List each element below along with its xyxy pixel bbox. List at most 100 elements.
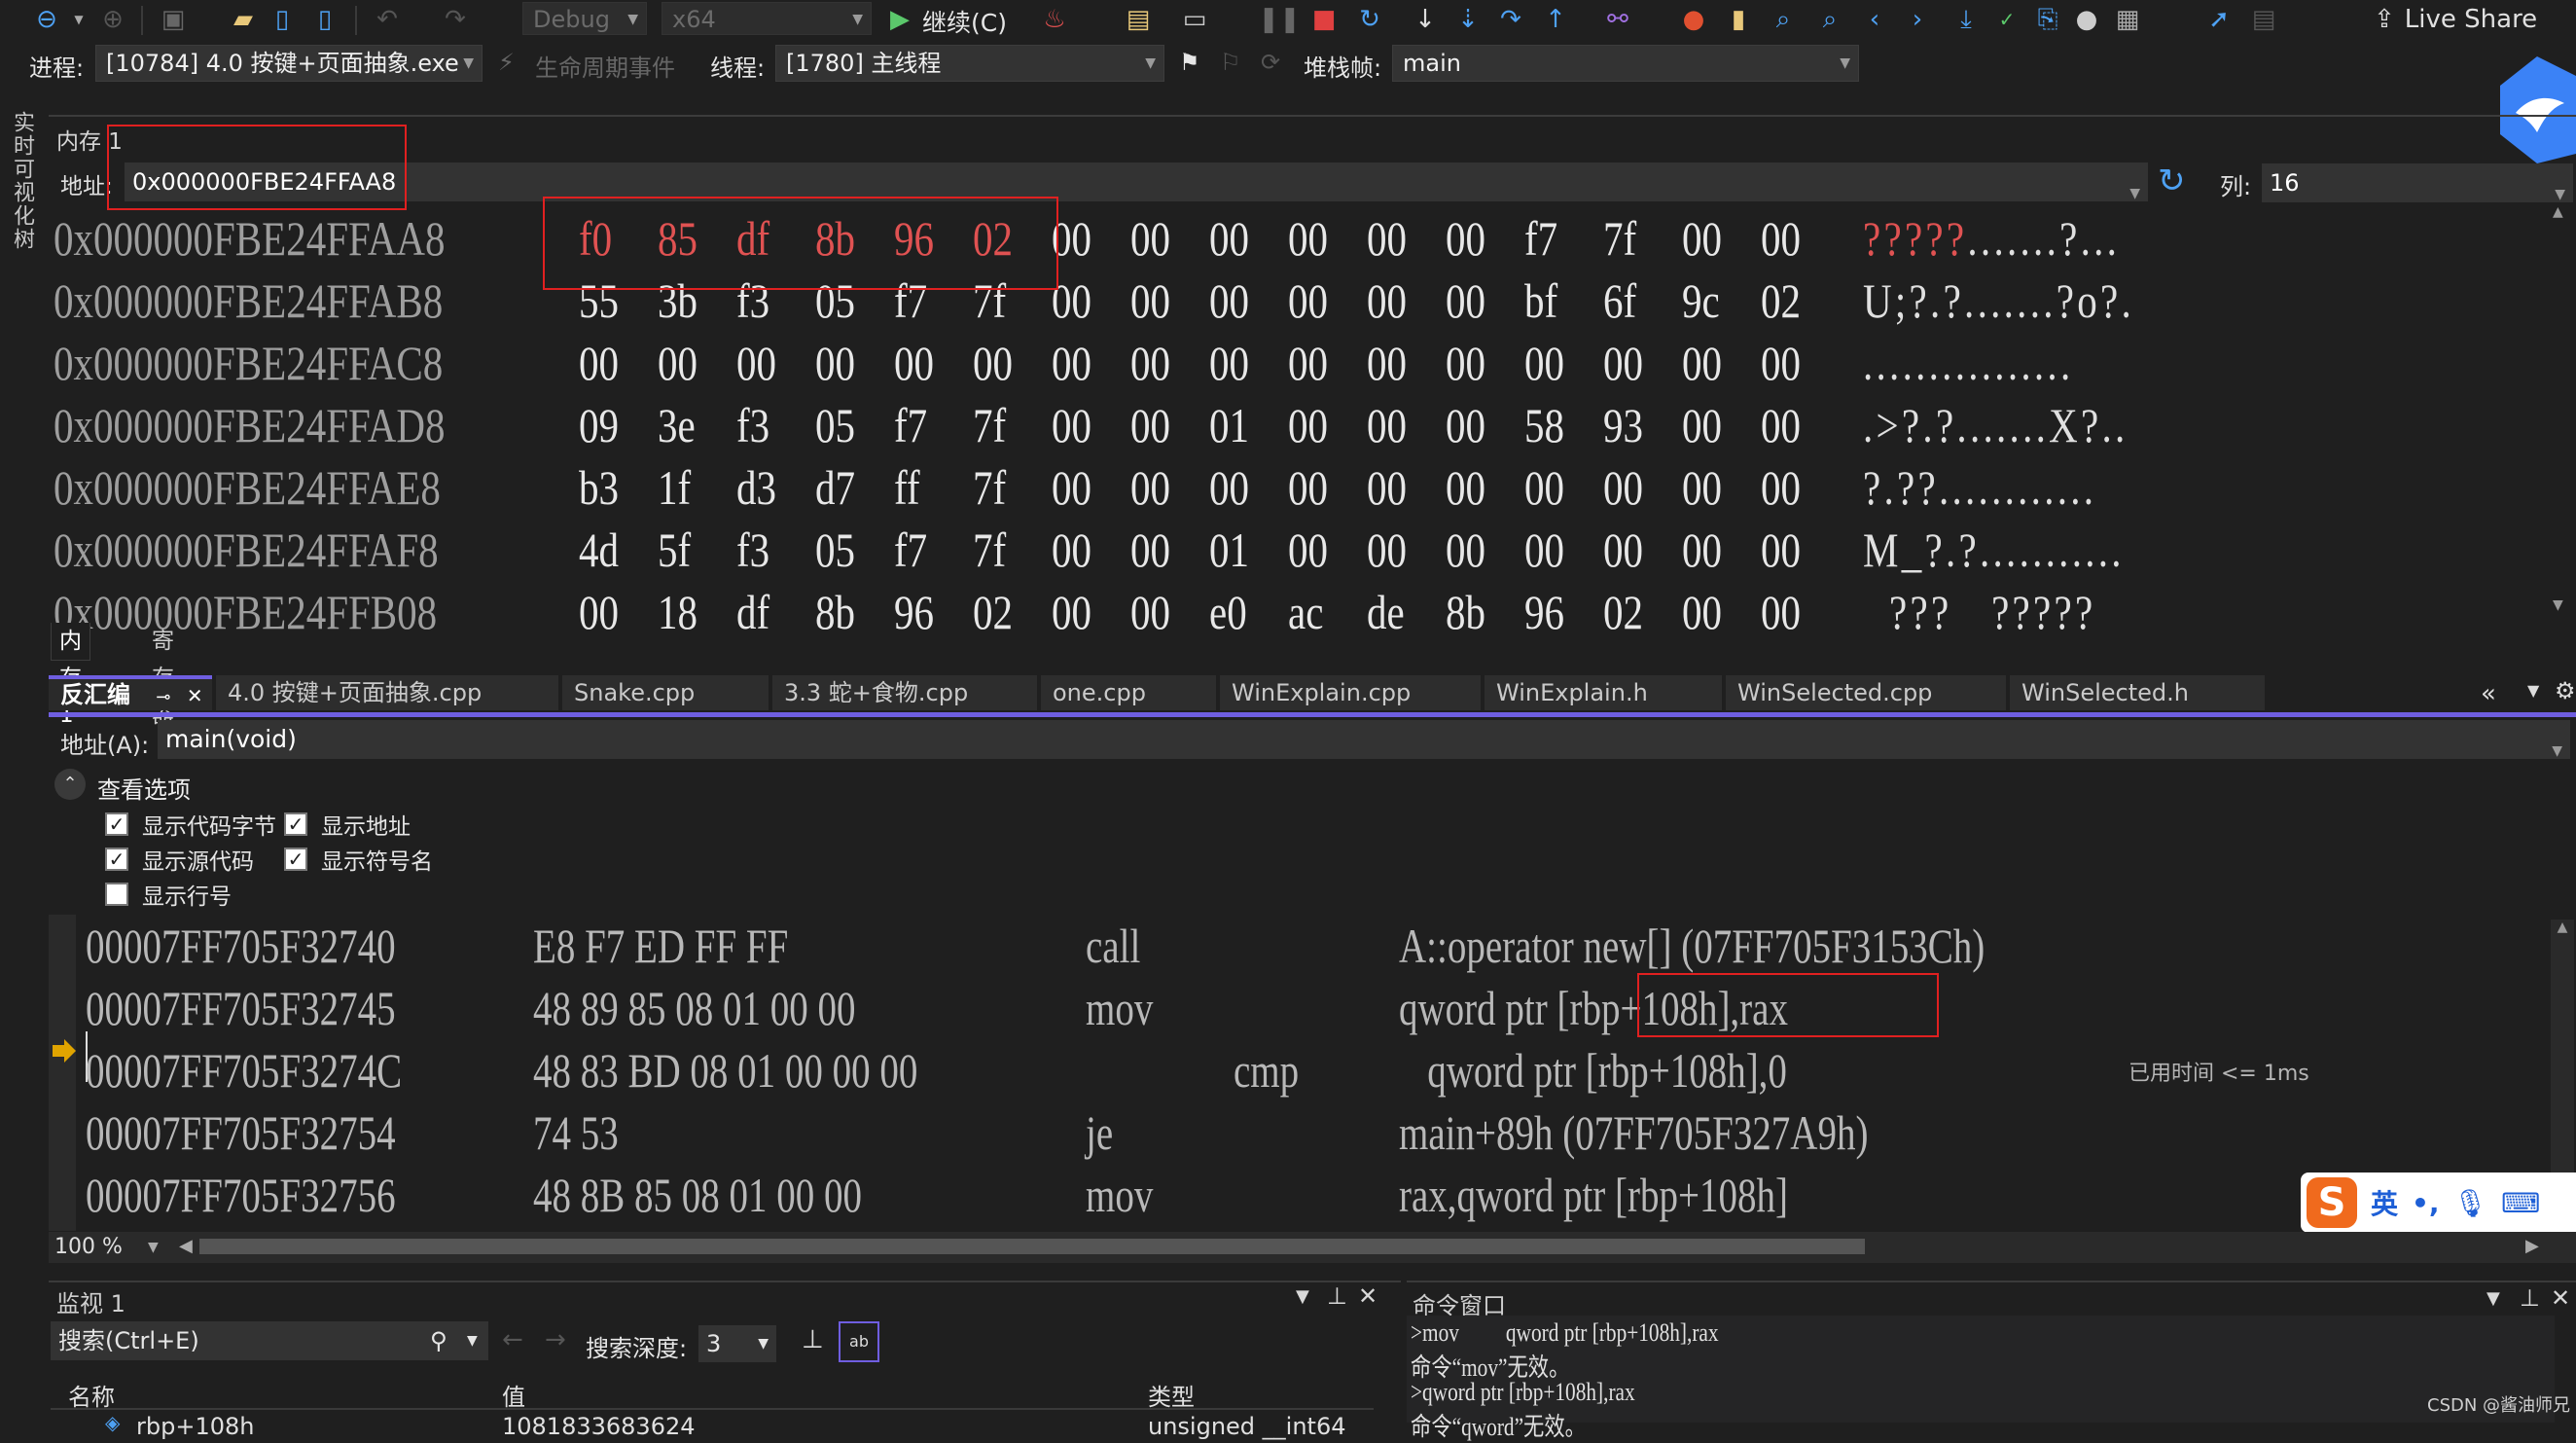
memory-byte[interactable]: ff: [894, 456, 958, 519]
memory-byte[interactable]: 00: [1209, 207, 1273, 270]
memory-byte[interactable]: ac: [1288, 581, 1352, 643]
open-folder-icon[interactable]: ▰: [226, 4, 261, 35]
memory-byte[interactable]: 05: [815, 270, 879, 332]
window-position-dropdown-icon[interactable]: ▼: [2487, 1288, 2500, 1309]
memory-byte[interactable]: 00: [1052, 394, 1116, 456]
watch-row-name[interactable]: rbp+108h: [136, 1413, 254, 1440]
memory-byte[interactable]: d7: [815, 456, 879, 519]
memory-byte[interactable]: 00: [1130, 394, 1195, 456]
ime-mode[interactable]: 英: [2371, 1183, 2398, 1222]
memory-byte[interactable]: 00: [1603, 332, 1667, 394]
show-raw-value-icon[interactable]: ab: [839, 1321, 879, 1362]
memory-address-input[interactable]: 0x000000FBE24FFAA8 ▼: [125, 162, 2148, 201]
columns-select[interactable]: 16 ▼: [2262, 163, 2573, 202]
memory-byte[interactable]: 00: [1288, 207, 1352, 270]
keyboard-icon[interactable]: ⌨: [2501, 1187, 2540, 1219]
memory-byte[interactable]: b3: [579, 456, 643, 519]
memory-byte[interactable]: 00: [1288, 270, 1352, 332]
memory-byte[interactable]: 00: [1446, 394, 1510, 456]
memory-byte[interactable]: 00: [579, 581, 643, 643]
quick-find-icon[interactable]: ⌕: [1815, 4, 1844, 35]
memory-byte[interactable]: 02: [1761, 270, 1825, 332]
memory-byte[interactable]: 05: [815, 519, 879, 581]
memory-byte[interactable]: 00: [1682, 456, 1746, 519]
memory-byte[interactable]: 5f: [658, 519, 722, 581]
spellcheck-icon[interactable]: ✓: [1992, 4, 2021, 35]
memory-byte[interactable]: bf: [1524, 270, 1589, 332]
outdent-icon[interactable]: ‹: [1860, 4, 1889, 35]
memory-byte[interactable]: 00: [658, 332, 722, 394]
memory-byte[interactable]: 00: [1446, 456, 1510, 519]
new-item-icon[interactable]: ▣: [156, 4, 191, 35]
ime-punct[interactable]: •,: [2412, 1187, 2440, 1219]
stackframe-select[interactable]: main ▼: [1392, 45, 1859, 82]
memory-byte[interactable]: 01: [1209, 394, 1273, 456]
hot-reload-icon[interactable]: ♨: [1037, 4, 1072, 35]
thread-select[interactable]: [1780] 主线程 ▼: [775, 45, 1164, 82]
memory-byte[interactable]: 00: [1367, 394, 1431, 456]
column-header-name[interactable]: 名称: [68, 1378, 115, 1412]
chevron-down-icon[interactable]: ▼: [467, 1321, 478, 1360]
memory-byte[interactable]: 7f: [973, 270, 1037, 332]
thread-icon[interactable]: ⚯: [1603, 4, 1632, 35]
memory-byte[interactable]: 00: [1052, 270, 1116, 332]
memory-byte[interactable]: 00: [1367, 332, 1431, 394]
tab-file[interactable]: Snake.cpp: [562, 675, 769, 710]
horizontal-scrollbar-thumb[interactable]: [199, 1239, 1865, 1254]
column-header-type[interactable]: 类型: [1148, 1378, 1195, 1412]
memory-byte[interactable]: 00: [1209, 270, 1273, 332]
memory-byte[interactable]: 00: [1761, 456, 1825, 519]
checkbox-checked-icon[interactable]: ✓: [284, 812, 307, 836]
close-icon[interactable]: ✕: [187, 684, 203, 707]
memory-byte[interactable]: 96: [894, 207, 958, 270]
checkbox-unchecked-icon[interactable]: [105, 883, 128, 906]
show-next-statement-icon[interactable]: ↓: [1411, 4, 1440, 35]
memory-byte[interactable]: 00: [1603, 519, 1667, 581]
memory-byte[interactable]: 00: [1761, 519, 1825, 581]
column-header-value[interactable]: 值: [502, 1378, 525, 1412]
view-option[interactable]: ✓ 显示源代码: [105, 843, 254, 876]
memory-byte[interactable]: 00: [579, 332, 643, 394]
memory-byte[interactable]: f3: [736, 270, 801, 332]
memory-byte[interactable]: 00: [1288, 332, 1352, 394]
memory-byte[interactable]: f0: [579, 207, 643, 270]
memory-byte[interactable]: 00: [1052, 207, 1116, 270]
memory-byte[interactable]: 05: [815, 394, 879, 456]
memory-byte[interactable]: 00: [815, 332, 879, 394]
microphone-icon[interactable]: 🎙: [2453, 1187, 2488, 1219]
memory-byte[interactable]: 00: [1130, 207, 1195, 270]
disasm-scrollbar[interactable]: ▲: [2551, 920, 2574, 1211]
disasm-address-input[interactable]: main(void) ▼: [158, 720, 2570, 759]
memory-byte[interactable]: 00: [1524, 456, 1589, 519]
memory-byte[interactable]: f3: [736, 519, 801, 581]
process-select[interactable]: [10784] 4.0 按键+页面抽象.exe ▼: [95, 45, 483, 82]
continue-button[interactable]: 继续(C): [922, 4, 1007, 39]
play-icon[interactable]: ▶: [885, 4, 914, 35]
memory-byte[interactable]: f7: [894, 519, 958, 581]
tab-file[interactable]: one.cpp: [1041, 675, 1216, 710]
breakpoint-window-icon[interactable]: ▮: [1724, 4, 1753, 35]
memory-byte[interactable]: 00: [1367, 270, 1431, 332]
refresh-icon[interactable]: ↻: [2158, 162, 2186, 200]
memory-byte[interactable]: 00: [1052, 581, 1116, 643]
flag-icon[interactable]: ⚑: [1179, 49, 1200, 76]
select-icon[interactable]: ➚: [2204, 4, 2234, 35]
close-icon[interactable]: ✕: [1358, 1282, 1377, 1310]
back-dropdown-icon[interactable]: ▼: [72, 4, 86, 35]
memory-byte[interactable]: 00: [1288, 519, 1352, 581]
memory-byte[interactable]: 1f: [658, 456, 722, 519]
memory-byte[interactable]: 00: [1367, 519, 1431, 581]
memory-byte[interactable]: 00: [1130, 456, 1195, 519]
checkbox-checked-icon[interactable]: ✓: [284, 848, 307, 871]
live-visual-tree-tab[interactable]: 实时可视化树: [0, 107, 37, 251]
stop-icon[interactable]: ■: [1309, 4, 1339, 35]
memory-byte[interactable]: 7f: [973, 394, 1037, 456]
collapse-options-icon[interactable]: ⌃: [54, 769, 86, 800]
watch-row-value[interactable]: 1081833683624: [502, 1413, 696, 1440]
view-option[interactable]: 显示行号: [105, 878, 232, 911]
memory-byte[interactable]: 8b: [1446, 581, 1510, 643]
memory-scrollbar[interactable]: ▲ ▼: [2553, 204, 2574, 613]
save-icon[interactable]: ▯: [265, 4, 300, 35]
memory-byte[interactable]: 00: [1682, 207, 1746, 270]
memory-byte[interactable]: 7f: [973, 519, 1037, 581]
